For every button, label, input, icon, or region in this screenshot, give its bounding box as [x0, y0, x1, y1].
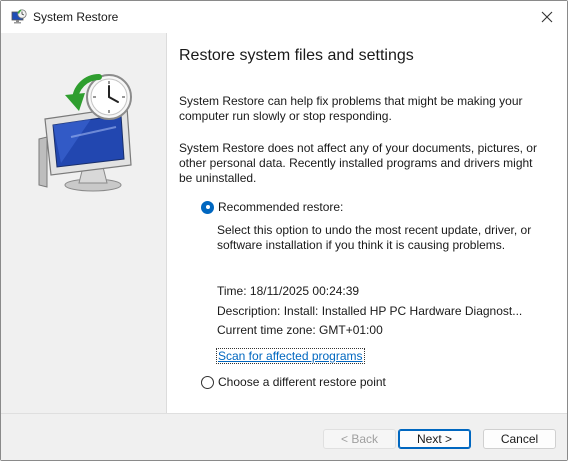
side-panel — [1, 33, 167, 413]
restore-point-time: Time: 18/11/2025 00:24:39 — [217, 284, 360, 298]
different-restore-point-option[interactable]: Choose a different restore point — [201, 375, 386, 389]
monitor-with-clock-restore-icon — [38, 74, 132, 192]
system-restore-window: System Restore Restore system files and … — [0, 0, 568, 461]
scan-affected-programs-link[interactable]: Scan for affected programs — [216, 348, 365, 364]
different-restore-point-radio[interactable] — [201, 375, 214, 389]
back-button[interactable]: < Back — [323, 429, 396, 449]
recommended-restore-radio[interactable] — [201, 200, 214, 214]
close-button[interactable] — [527, 1, 567, 33]
recommended-restore-option[interactable]: Recommended restore: — [201, 200, 343, 214]
intro-paragraph: System Restore can help fix problems tha… — [179, 94, 523, 123]
button-bar: < Back Next > Cancel — [1, 413, 567, 460]
current-time-zone: Current time zone: GMT+01:00 — [217, 323, 383, 337]
close-icon — [541, 11, 553, 23]
title-bar[interactable]: System Restore — [1, 1, 567, 33]
cancel-button[interactable]: Cancel — [483, 429, 556, 449]
next-button[interactable]: Next > — [398, 429, 471, 449]
system-restore-icon — [11, 9, 27, 25]
restore-point-description: Description: Install: Installed HP PC Ha… — [217, 304, 523, 318]
page-title: Restore system files and settings — [179, 47, 414, 64]
window-title: System Restore — [33, 10, 119, 24]
recommended-restore-description: Select this option to undo the most rece… — [217, 223, 532, 252]
different-restore-point-label: Choose a different restore point — [218, 375, 386, 389]
disclaimer-paragraph: System Restore does not affect any of yo… — [179, 141, 537, 185]
recommended-restore-label: Recommended restore: — [218, 200, 344, 214]
